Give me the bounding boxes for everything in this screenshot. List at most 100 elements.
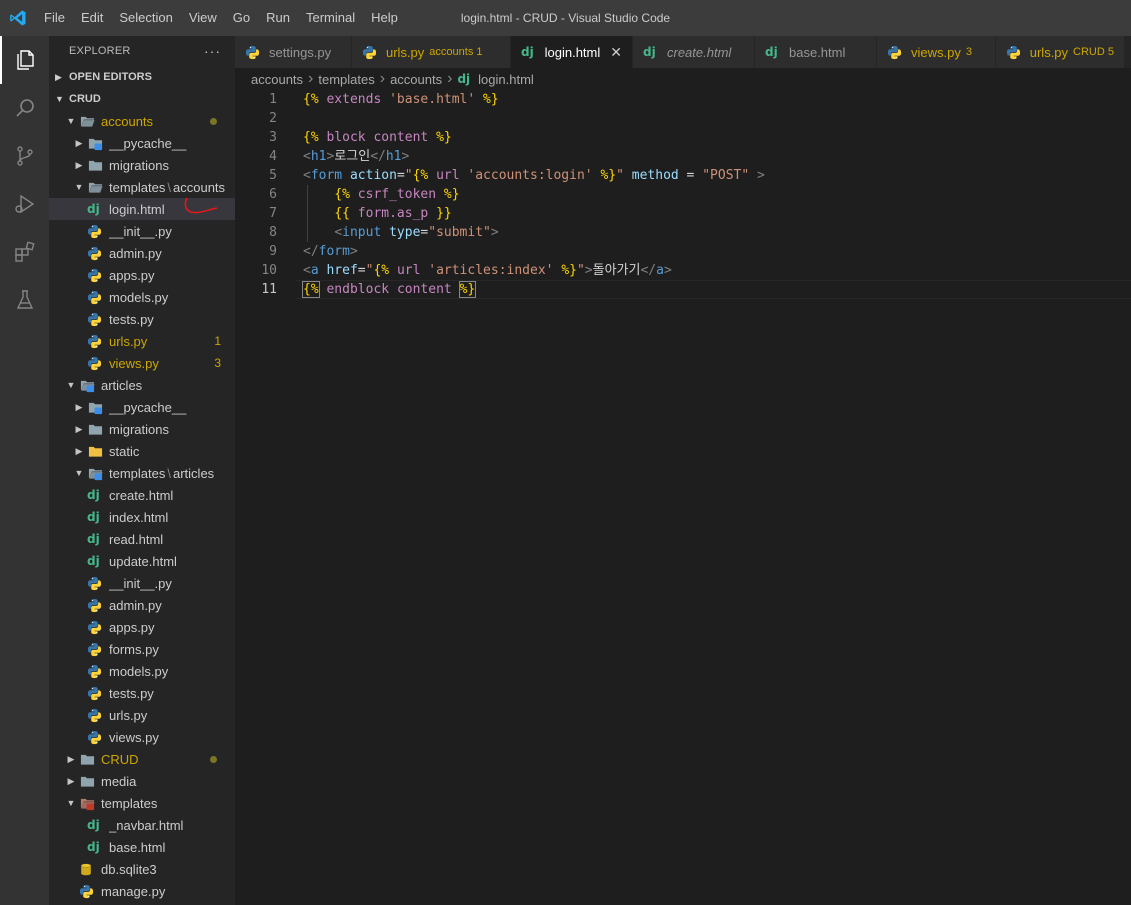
tree-item[interactable]: __init__.py [49,572,235,594]
tree-item[interactable]: dj _navbar.html [49,814,235,836]
menu-item-run[interactable]: Run [258,0,298,36]
breadcrumb-item[interactable]: templates [318,72,374,87]
tree-item[interactable]: views.py [49,726,235,748]
menu-item-edit[interactable]: Edit [73,0,111,36]
tree-item[interactable]: apps.py [49,616,235,638]
tree-item[interactable]: ▶ __pycache__ [49,132,235,154]
code-line[interactable]: 10 <a href="{% url 'articles:index' %}">돌… [235,261,1131,280]
code-line[interactable]: 5 <form action="{% url 'accounts:login' %… [235,166,1131,185]
workspace-root-section[interactable]: ▼ CRUD [49,88,235,110]
tab-urls-py[interactable]: urls.py accounts 1 [352,36,511,68]
chevron-down-icon[interactable]: ▼ [71,182,87,192]
tab-create-html[interactable]: dj create.html [633,36,755,68]
code-line[interactable]: 7 {{ form.as_p }} [235,204,1131,223]
chevron-right-icon[interactable]: ▶ [63,776,79,787]
code-line[interactable]: 8 <input type="submit"> [235,223,1131,242]
tree-item[interactable]: dj login.html [49,197,235,220]
breadcrumb-item[interactable]: login.html [478,72,534,87]
tree-item[interactable]: dj read.html [49,528,235,550]
tree-item[interactable]: ▶ media [49,770,235,792]
tree-item[interactable]: __init__.py [49,220,235,242]
tree-item[interactable]: ▶ migrations [49,418,235,440]
search-icon[interactable] [0,84,49,132]
tree-item[interactable]: models.py [49,660,235,682]
run-debug-icon[interactable] [0,180,49,228]
code-token: > [663,263,672,278]
tree-item[interactable]: dj update.html [49,550,235,572]
chevron-right-icon[interactable]: ▶ [63,754,79,765]
tree-item[interactable]: ▶ __pycache__ [49,396,235,418]
tree-item[interactable]: ▼ templates [49,792,235,814]
code-line[interactable]: 3 {% block content %} [235,128,1131,147]
chevron-right-icon[interactable]: ▶ [71,424,87,435]
tree-item[interactable]: views.py 3 [49,352,235,374]
tree-item[interactable]: ▶ CRUD [49,748,235,770]
tree-item[interactable]: forms.py [49,638,235,660]
tree-item-label: templates \ articles [109,466,235,481]
menu-item-file[interactable]: File [36,0,73,36]
code-editor[interactable]: 1 {% extends 'base.html' %} 2 3 {% block con… [235,90,1131,905]
chevron-right-icon[interactable]: ▶ [71,160,87,171]
chevron-down-icon[interactable]: ▼ [71,468,87,478]
tree-item[interactable]: models.py [49,286,235,308]
chevron-right-icon[interactable]: ▶ [71,402,87,413]
code-token: </ [303,244,319,259]
chevron-down-icon[interactable]: ▼ [63,380,79,390]
chevron-down-icon[interactable]: ▼ [63,798,79,808]
close-icon[interactable]: ✕ [610,44,622,61]
explorer-icon[interactable] [0,36,49,84]
tree-item[interactable]: urls.py 1 [49,330,235,352]
tab-views-py[interactable]: views.py 3 [877,36,996,68]
menu-item-terminal[interactable]: Terminal [298,0,363,36]
code-line[interactable]: 11 {% endblock content %} [235,280,1131,299]
code-token: type [389,225,421,240]
chevron-right-icon[interactable]: ▶ [71,446,87,457]
tree-item[interactable]: ▼ articles [49,374,235,396]
menu-item-help[interactable]: Help [363,0,406,36]
tree-item[interactable]: admin.py [49,594,235,616]
python-file-icon [87,641,105,657]
open-editors-section[interactable]: ▶ OPEN EDITORS [49,66,235,88]
tree-item[interactable]: ▶ migrations [49,154,235,176]
more-actions-icon[interactable]: ··· [204,43,221,59]
code-line[interactable]: 4 <h1>로그인</h1> [235,147,1131,166]
menu-item-go[interactable]: Go [225,0,258,36]
tab-login-html[interactable]: dj login.html ✕ [511,36,633,68]
breadcrumb-item[interactable]: accounts [251,72,303,87]
tree-item[interactable]: ▼ templates \ articles [49,462,235,484]
tree-item[interactable]: tests.py [49,308,235,330]
chevron-right-icon[interactable]: ▶ [71,138,87,149]
tree-item[interactable]: ▶ static [49,440,235,462]
code-line[interactable]: 2 [235,109,1131,128]
chevron-down-icon[interactable]: ▼ [63,116,79,126]
tab-base-html[interactable]: dj base.html [755,36,877,68]
code-line[interactable]: 9 </form> [235,242,1131,261]
tree-item[interactable]: urls.py [49,704,235,726]
tree-item[interactable]: ▼ templates \ accounts [49,176,235,198]
tree-item[interactable]: db.sqlite3 [49,858,235,880]
tree-item[interactable]: ▼ accounts [49,110,235,132]
code-token: "submit" [428,225,491,240]
code-line[interactable]: 1 {% extends 'base.html' %} [235,90,1131,109]
extensions-icon[interactable] [0,228,49,276]
source-control-icon[interactable] [0,132,49,180]
breadcrumb-item[interactable]: accounts [390,72,442,87]
tab-settings-py[interactable]: settings.py [235,36,352,68]
code-token: endblock [326,282,390,297]
tab-urls-py[interactable]: urls.py CRUD 5 [996,36,1125,68]
testing-icon[interactable] [0,276,49,324]
tree-item[interactable]: dj index.html [49,506,235,528]
python-file-icon [87,245,105,261]
tree-item[interactable]: admin.py [49,242,235,264]
tree-item[interactable]: tests.py [49,682,235,704]
tree-item[interactable]: dj create.html [49,484,235,506]
tree-item[interactable]: dj base.html [49,836,235,858]
menu-item-selection[interactable]: Selection [111,0,180,36]
tree-item[interactable]: apps.py [49,264,235,286]
menu-item-view[interactable]: View [181,0,225,36]
code-token: < [334,225,343,240]
tree-item[interactable]: manage.py [49,880,235,902]
code-line[interactable]: 6 {% csrf_token %} [235,185,1131,204]
